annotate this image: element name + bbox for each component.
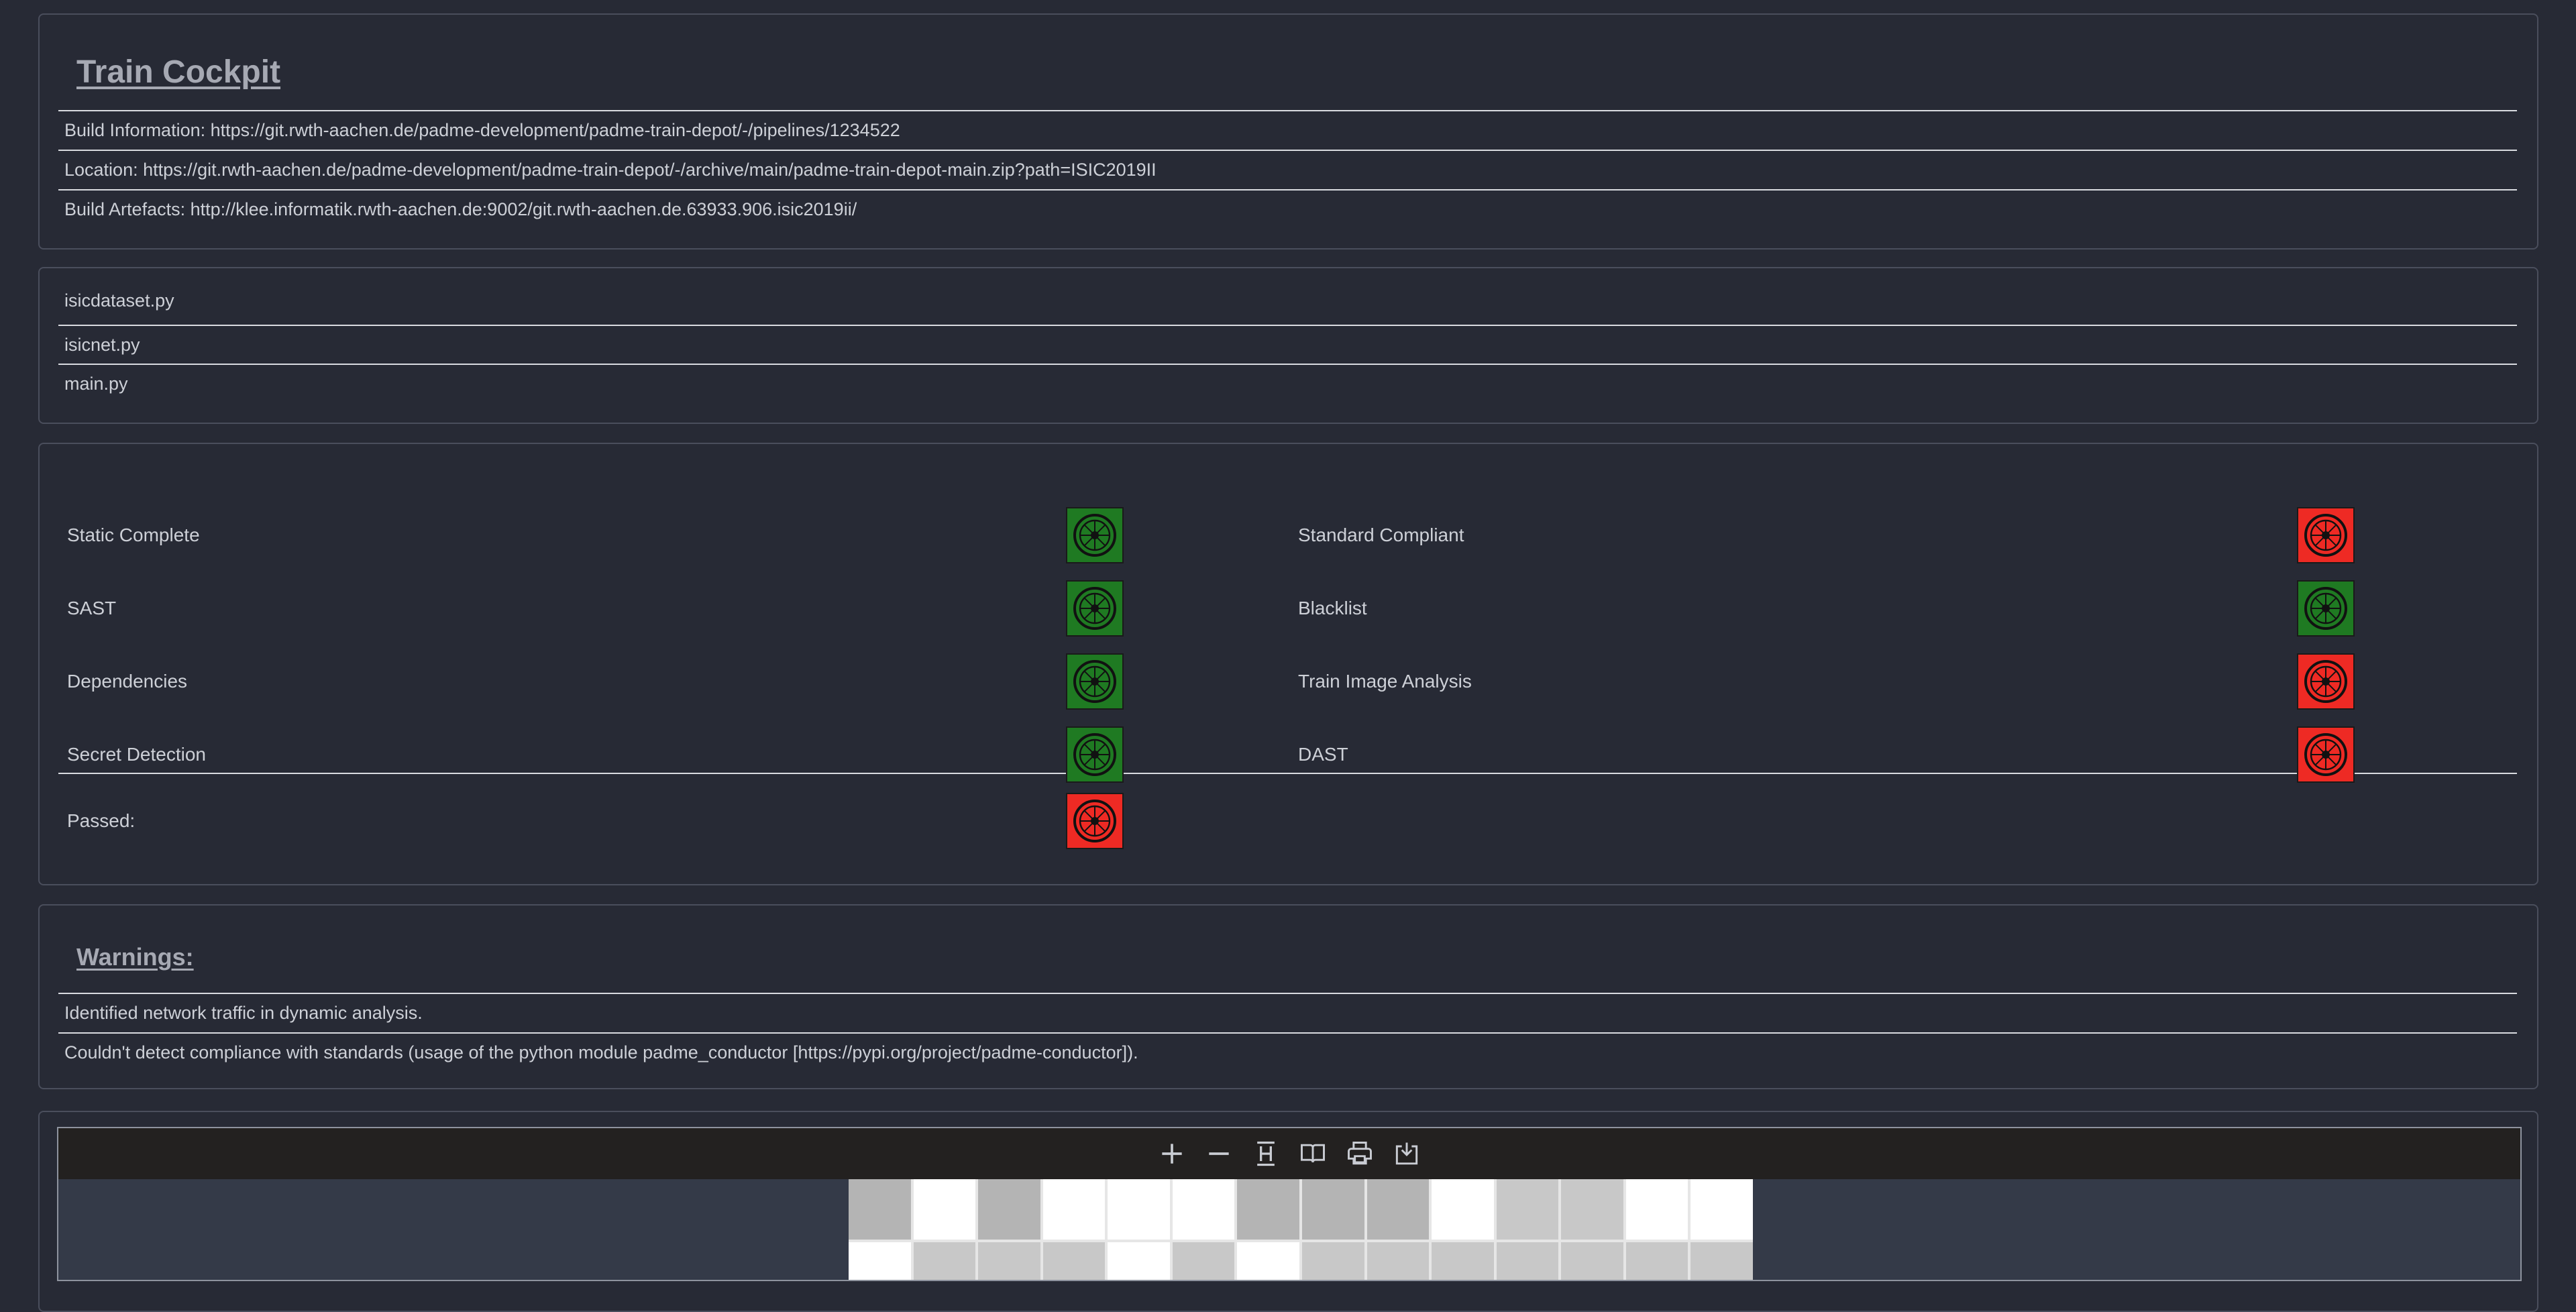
image-tile (978, 1242, 1040, 1280)
check-label-left: Static Complete (67, 525, 200, 545)
file-item[interactable]: main.py (58, 364, 2517, 402)
page-title: Train Cockpit (76, 54, 281, 90)
build-info-panel: Train Cockpit Build Information: https:/… (38, 13, 2538, 250)
image-tile (1366, 1242, 1430, 1280)
image-tile (849, 1242, 911, 1280)
check-label-right: Blacklist (1298, 598, 1367, 618)
image-tile (1042, 1242, 1106, 1280)
image-tile (1432, 1242, 1494, 1280)
image-tile (1301, 1179, 1364, 1240)
image-tile (1432, 1179, 1494, 1240)
image-tile (1496, 1242, 1559, 1280)
checks-divider (58, 773, 2517, 774)
location-row: Location: https://git.rwth-aachen.de/pad… (58, 150, 2517, 188)
image-tile (1237, 1179, 1299, 1240)
status-badge-icon (1066, 580, 1124, 637)
check-label-right: DAST (1298, 744, 1348, 765)
image-tile (913, 1242, 976, 1280)
image-tile (1366, 1179, 1430, 1240)
fit-page-icon[interactable] (1250, 1138, 1282, 1170)
check-label-right: Standard Compliant (1298, 525, 1464, 545)
image-tile (1172, 1179, 1235, 1240)
warning-item: Couldn't detect compliance with standard… (58, 1032, 2517, 1071)
image-tile (1625, 1179, 1688, 1240)
image-tile (1301, 1242, 1364, 1280)
book-icon[interactable] (1297, 1138, 1329, 1170)
image-tile (1625, 1242, 1688, 1280)
status-badge-icon (1066, 793, 1124, 849)
warnings-title: Warnings: (76, 943, 194, 971)
image-tile (1042, 1179, 1106, 1240)
build-information-row: Build Information: https://git.rwth-aach… (58, 110, 2517, 149)
image-tile (1496, 1179, 1559, 1240)
warnings-panel: Warnings: Identified network traffic in … (38, 904, 2538, 1089)
image-tile (1172, 1242, 1235, 1280)
check-label-left: Secret Detection (67, 744, 206, 765)
image-tile (1561, 1179, 1623, 1240)
status-badge-icon (2297, 726, 2355, 783)
status-badge-icon (2297, 653, 2355, 710)
file-item[interactable]: isicnet.py (58, 325, 2517, 364)
image-tile (1690, 1242, 1753, 1280)
download-icon[interactable] (1391, 1138, 1423, 1170)
image-viewer[interactable] (57, 1127, 2522, 1281)
check-label-left: SAST (67, 598, 117, 618)
warning-item: Identified network traffic in dynamic an… (58, 993, 2517, 1032)
image-tile (978, 1179, 1040, 1240)
check-label-passed: Passed: (67, 810, 136, 831)
status-badge-icon (2297, 507, 2355, 563)
build-artefacts-row: Build Artefacts: http://klee.informatik.… (58, 189, 2517, 228)
image-tile (1690, 1179, 1753, 1240)
viewer-toolbar (58, 1128, 2520, 1179)
image-tile-grid (849, 1179, 1753, 1280)
image-tile (1108, 1242, 1170, 1280)
files-panel: isicdataset.py isicnet.py main.py (38, 267, 2538, 424)
file-item[interactable]: isicdataset.py (58, 282, 2517, 321)
zoom-in-icon[interactable] (1156, 1138, 1188, 1170)
image-tile (1108, 1179, 1170, 1240)
status-badge-icon (1066, 653, 1124, 710)
print-icon[interactable] (1344, 1138, 1376, 1170)
image-tile (913, 1179, 976, 1240)
image-tile (1237, 1242, 1299, 1280)
status-badge-icon (2297, 580, 2355, 637)
status-badge-icon (1066, 726, 1124, 783)
zoom-out-icon[interactable] (1203, 1138, 1235, 1170)
checks-panel: Static Complete SAST Dependencies Secret De… (38, 443, 2538, 885)
image-tile (849, 1179, 911, 1240)
image-tile (1561, 1242, 1623, 1280)
status-badge-icon (1066, 507, 1124, 563)
check-label-right: Train Image Analysis (1298, 671, 1472, 692)
check-label-left: Dependencies (67, 671, 188, 692)
